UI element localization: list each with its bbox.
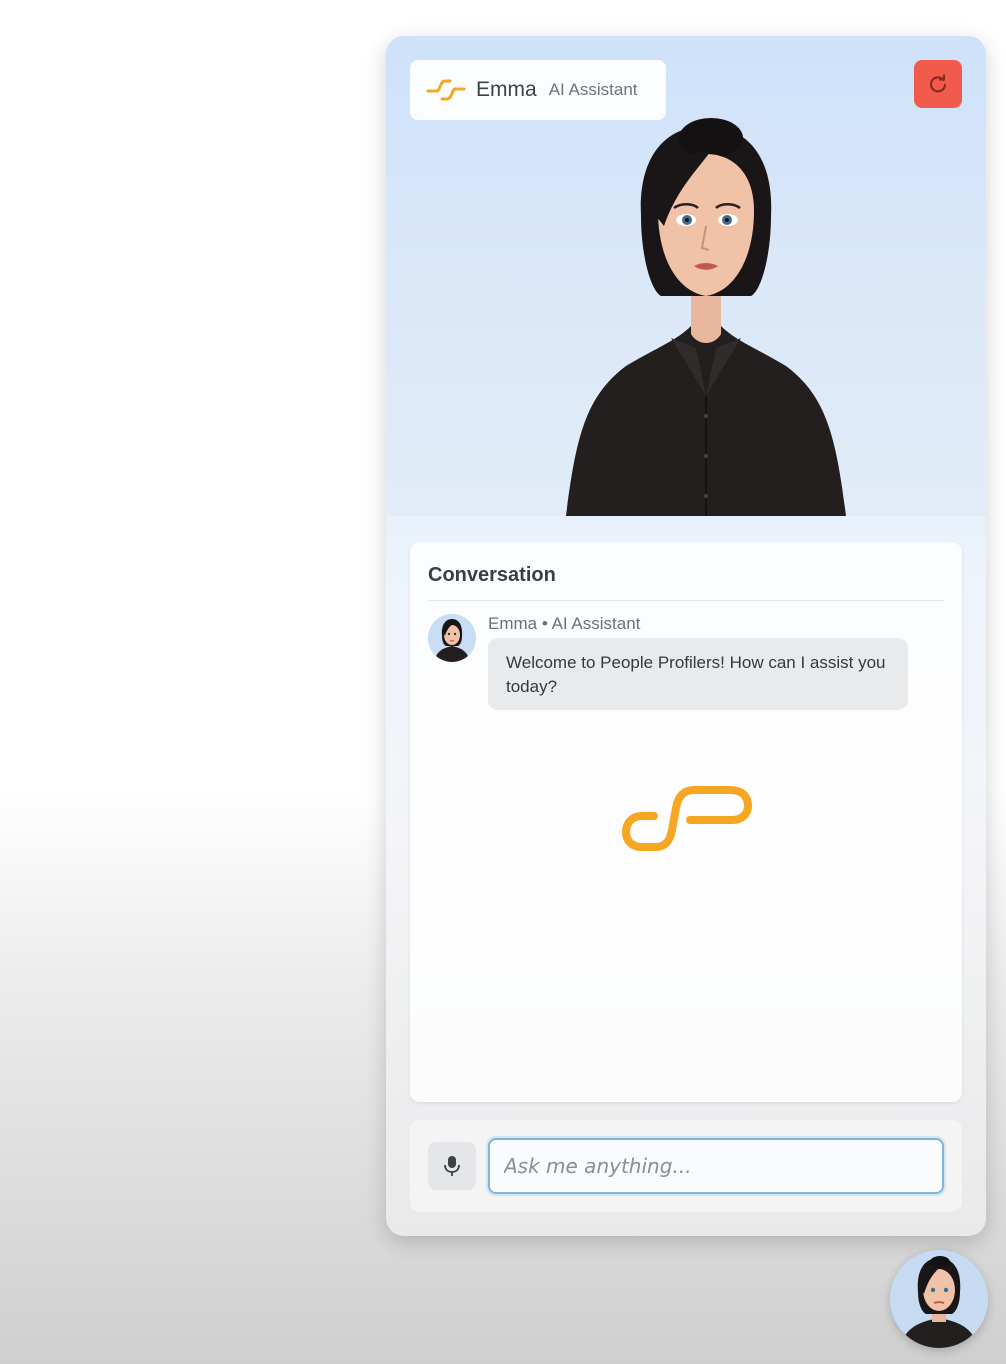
avatar-stage: Emma AI Assistant (386, 36, 986, 516)
message-sender: Emma • AI Assistant (488, 614, 641, 633)
emma-avatar-icon (890, 1250, 988, 1348)
assistant-launcher-button[interactable] (890, 1250, 988, 1348)
assistant-name-chip: Emma AI Assistant (410, 60, 666, 120)
people-profilers-logo-icon (622, 786, 752, 851)
microphone-icon (444, 1156, 460, 1176)
message-bubble: Welcome to People Profilers! How can I a… (488, 638, 908, 710)
conversation-title: Conversation (428, 564, 556, 586)
assistant-widget: Emma AI Assistant Conversation Emma • AI… (386, 36, 986, 1236)
emma-3d-avatar (566, 118, 846, 516)
chat-input[interactable] (488, 1138, 944, 1194)
people-profilers-logo-icon (426, 79, 466, 101)
chat-input-bar (410, 1120, 962, 1212)
assistant-name: Emma (476, 78, 537, 101)
emma-avatar-icon (428, 614, 476, 662)
microphone-button[interactable] (428, 1142, 476, 1190)
reset-icon (929, 74, 947, 93)
conversation-panel: Conversation Emma • AI Assistant Welcome… (410, 542, 962, 1102)
reset-button[interactable] (914, 60, 962, 108)
divider (428, 600, 944, 601)
assistant-role: AI Assistant (548, 80, 638, 99)
